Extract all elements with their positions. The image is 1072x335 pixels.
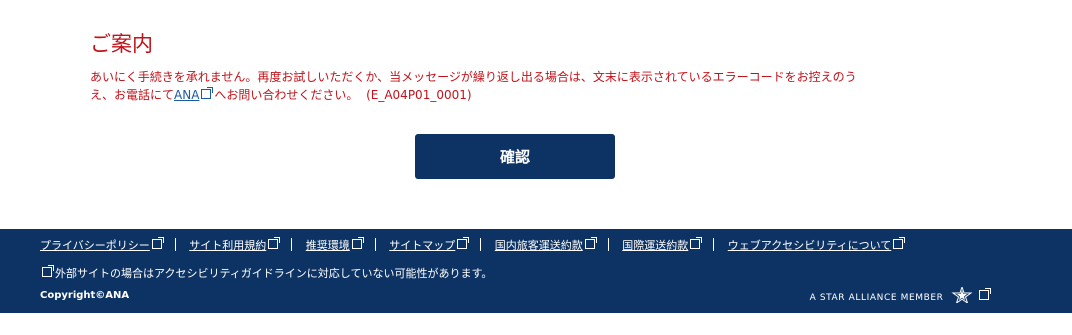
external-link-icon: [893, 237, 906, 249]
notice-section: ご案内 あいにく手続きを承れません。再度お試しいただくか、当メッセージが繰り返し…: [90, 30, 940, 104]
external-link-icon: [690, 237, 703, 249]
divider: [713, 238, 715, 251]
footer-link-terms-of-use[interactable]: サイト利用規約: [189, 239, 266, 252]
footer-link-international-conditions[interactable]: 国際運送約款: [622, 239, 688, 252]
external-link-icon: [268, 237, 281, 249]
error-message-text-3: へお問い合わせください。: [214, 88, 359, 102]
external-link-icon: [351, 237, 364, 249]
divider: [374, 238, 376, 251]
external-site-note: 外部サイトの場合はアクセシビリティガイドラインに対応していない可能性があります。: [40, 265, 492, 281]
external-link-icon: [42, 265, 54, 277]
footer-link-sitemap[interactable]: サイトマップ: [389, 239, 455, 252]
error-message-text-1: あいにく手続きを承れません。再度お試しいただくか、当メッセージが繰り返し出る場合…: [90, 70, 857, 84]
external-site-note-text: 外部サイトの場合はアクセシビリティガイドラインに対応していない可能性があります。: [55, 267, 493, 280]
external-link-icon: [584, 237, 597, 249]
confirm-button[interactable]: 確認: [415, 134, 615, 179]
footer-link-privacy-policy[interactable]: プライバシーポリシー: [40, 239, 150, 252]
footer: プライバシーポリシー サイト利用規約 推奨環境 サイトマップ 国内旅客運送約款 …: [0, 229, 1072, 313]
footer-links: プライバシーポリシー サイト利用規約 推奨環境 サイトマップ 国内旅客運送約款 …: [40, 237, 906, 253]
notice-title: ご案内: [90, 32, 153, 56]
error-message-text-2: え、お電話にて: [90, 88, 175, 102]
star-alliance-link[interactable]: A STAR ALLIANCE MEMBER: [810, 287, 992, 303]
divider: [174, 238, 176, 251]
error-message: あいにく手続きを承れません。再度お試しいただくか、当メッセージが繰り返し出る場合…: [90, 68, 940, 104]
error-code: (E_A04P01_0001): [366, 88, 472, 102]
footer-link-web-accessibility[interactable]: ウェブアクセシビリティについて: [728, 239, 891, 252]
divider: [607, 238, 609, 251]
external-link-icon: [457, 237, 470, 249]
star-alliance-logo-icon: [951, 287, 973, 303]
copyright: Copyright©ANA: [40, 290, 130, 301]
star-alliance-text: A STAR ALLIANCE MEMBER: [809, 293, 944, 303]
external-link-icon: [979, 288, 991, 300]
footer-link-domestic-conditions[interactable]: 国内旅客運送約款: [495, 239, 583, 252]
divider: [291, 238, 293, 251]
ana-contact-link[interactable]: ANA: [174, 88, 199, 102]
divider: [480, 238, 482, 251]
footer-link-recommended-environment[interactable]: 推奨環境: [306, 239, 350, 252]
external-link-icon: [201, 87, 214, 99]
external-link-icon: [151, 237, 164, 249]
